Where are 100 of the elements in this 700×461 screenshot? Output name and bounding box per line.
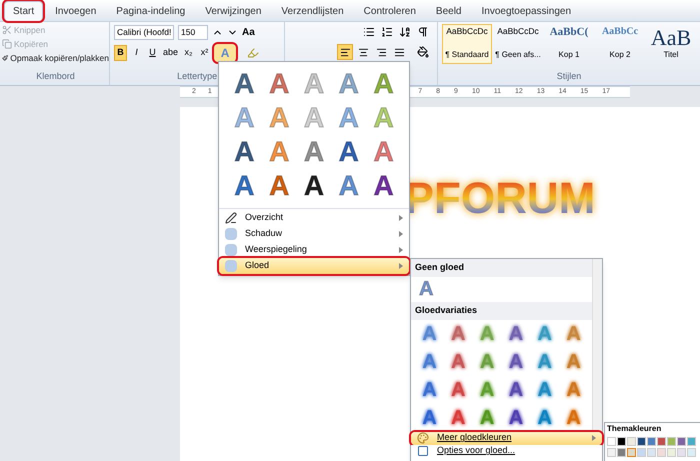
glow-option[interactable]: A xyxy=(480,408,494,428)
ribbon-tab[interactable]: Invoegen xyxy=(47,1,104,21)
color-swatch[interactable] xyxy=(677,437,686,446)
glow-option[interactable]: A xyxy=(422,324,437,344)
font-style-button[interactable]: x² xyxy=(198,45,212,61)
color-swatch[interactable] xyxy=(627,448,636,457)
text-effect-option[interactable]: A xyxy=(338,138,359,166)
color-swatch[interactable] xyxy=(667,448,676,457)
text-effect-option[interactable]: A xyxy=(234,138,255,166)
style-gallery-item[interactable]: AaBbCcDc ¶ Geen afs... xyxy=(493,24,543,64)
text-effect-option[interactable]: A xyxy=(234,172,255,200)
ribbon-tab[interactable]: Pagina-indeling xyxy=(108,1,194,21)
color-swatch[interactable] xyxy=(667,437,676,446)
style-name: ¶ Geen afs... xyxy=(495,49,541,61)
color-swatch[interactable] xyxy=(637,448,646,457)
highlighter-icon[interactable] xyxy=(247,47,260,59)
style-name: Titel xyxy=(664,49,678,61)
clipboard-button[interactable]: Opmaak kopiëren/plakken xyxy=(2,51,109,65)
menu-item[interactable]: Opties voor gloed... xyxy=(411,444,602,458)
text-effect-option[interactable]: A xyxy=(269,172,290,200)
color-swatch[interactable] xyxy=(607,448,616,457)
glow-option[interactable]: A xyxy=(508,380,524,400)
font-style-button[interactable]: I xyxy=(130,45,143,61)
submenu-arrow-icon xyxy=(399,231,403,237)
style-gallery-item[interactable]: AaBbCc Kop 2 xyxy=(595,24,645,64)
font-style-button[interactable]: abe xyxy=(162,45,180,61)
change-case-button[interactable]: Aa xyxy=(242,25,255,40)
text-effect-option[interactable]: A xyxy=(338,172,359,200)
glow-option[interactable]: A xyxy=(451,380,466,400)
glow-option[interactable]: A xyxy=(480,380,494,400)
glow-option[interactable]: A xyxy=(538,380,552,400)
text-effect-option[interactable]: A xyxy=(234,70,255,98)
glow-option[interactable]: A xyxy=(422,408,437,428)
glow-option[interactable]: A xyxy=(538,352,552,372)
ribbon-tab[interactable]: Verwijzingen xyxy=(197,1,270,21)
glow-option[interactable]: A xyxy=(480,352,494,372)
pen-icon xyxy=(225,212,237,224)
color-swatch[interactable] xyxy=(607,437,616,446)
glow-option[interactable]: A xyxy=(508,408,524,428)
font-style-button[interactable]: U xyxy=(146,45,159,61)
text-effect-option[interactable]: A xyxy=(304,172,324,200)
glow-option[interactable]: A xyxy=(508,352,524,372)
font-style-button[interactable]: x₂ xyxy=(182,45,196,61)
glow-option[interactable]: A xyxy=(451,408,466,428)
glow-option[interactable]: A xyxy=(451,324,466,344)
style-gallery-item[interactable]: AaBbCcDc ¶ Standaard xyxy=(442,24,492,64)
glow-option[interactable]: A xyxy=(566,324,581,344)
style-gallery-item[interactable]: AaBbC( Kop 1 xyxy=(544,24,594,64)
glow-option[interactable]: A xyxy=(451,352,466,372)
numbered-list-icon[interactable] xyxy=(381,26,393,38)
group-label: Lettertype xyxy=(176,70,218,83)
menu-item[interactable]: Gloed xyxy=(219,258,409,274)
align-button[interactable] xyxy=(337,44,353,60)
glow-option[interactable]: A xyxy=(422,352,437,372)
glow-option[interactable]: A xyxy=(538,408,552,428)
text-effect-option[interactable]: A xyxy=(304,138,324,166)
color-swatch[interactable] xyxy=(617,448,626,457)
menu-item[interactable]: Schaduw xyxy=(219,226,409,242)
color-swatch[interactable] xyxy=(687,437,696,446)
glow-option[interactable]: A xyxy=(422,380,437,400)
no-glow-option[interactable]: A xyxy=(419,278,434,300)
align-icon xyxy=(358,46,368,58)
font-style-button[interactable]: B xyxy=(114,45,127,61)
font-family-field[interactable]: Calibri (Hoofd! xyxy=(114,25,174,40)
color-swatch[interactable] xyxy=(657,437,666,446)
style-name: Kop 2 xyxy=(610,49,630,61)
color-swatch[interactable] xyxy=(617,437,626,446)
glow-option[interactable]: A xyxy=(508,324,524,344)
pilcrow-icon[interactable] xyxy=(417,26,429,38)
section-header: Gloedvariaties xyxy=(411,302,592,320)
color-swatch[interactable] xyxy=(657,448,666,457)
paint-bucket-icon[interactable] xyxy=(417,46,429,58)
ribbon-tab[interactable]: Verzendlijsten xyxy=(273,1,352,21)
color-swatch[interactable] xyxy=(647,437,656,446)
glow-option[interactable]: A xyxy=(538,324,552,344)
color-swatch[interactable] xyxy=(687,448,696,457)
glow-option[interactable]: A xyxy=(566,408,581,428)
glow-option[interactable]: A xyxy=(480,324,494,344)
style-sample: AaBbCcDc xyxy=(446,27,488,36)
style-sample: AaBbCc xyxy=(602,27,638,37)
color-swatch[interactable] xyxy=(647,448,656,457)
text-effect-option[interactable]: A xyxy=(269,70,290,98)
sort-icon[interactable] xyxy=(399,26,411,38)
menu-item[interactable]: Meer gloedkleuren xyxy=(411,432,602,444)
style-gallery-item[interactable]: AaB Titel xyxy=(646,24,696,64)
glow-option[interactable]: A xyxy=(566,380,581,400)
text-effect-option[interactable]: A xyxy=(373,172,394,200)
text-effect-option[interactable]: A xyxy=(373,138,394,166)
color-swatch[interactable] xyxy=(627,437,636,446)
ribbon-tab[interactable]: Start xyxy=(4,1,44,21)
text-effects-button[interactable]: A xyxy=(214,44,236,62)
font-size-field[interactable]: 150 xyxy=(178,25,208,40)
color-swatch[interactable] xyxy=(677,448,686,457)
text-effect-option[interactable]: A xyxy=(373,70,394,98)
ribbon-tab[interactable]: Invoegtoepassingen xyxy=(474,1,580,21)
ribbon-tab[interactable]: Beeld xyxy=(428,1,470,21)
scrollbar[interactable] xyxy=(592,259,602,432)
glow-option[interactable]: A xyxy=(566,352,581,372)
color-swatch[interactable] xyxy=(637,437,646,446)
ribbon-tab[interactable]: Controleren xyxy=(356,1,424,21)
